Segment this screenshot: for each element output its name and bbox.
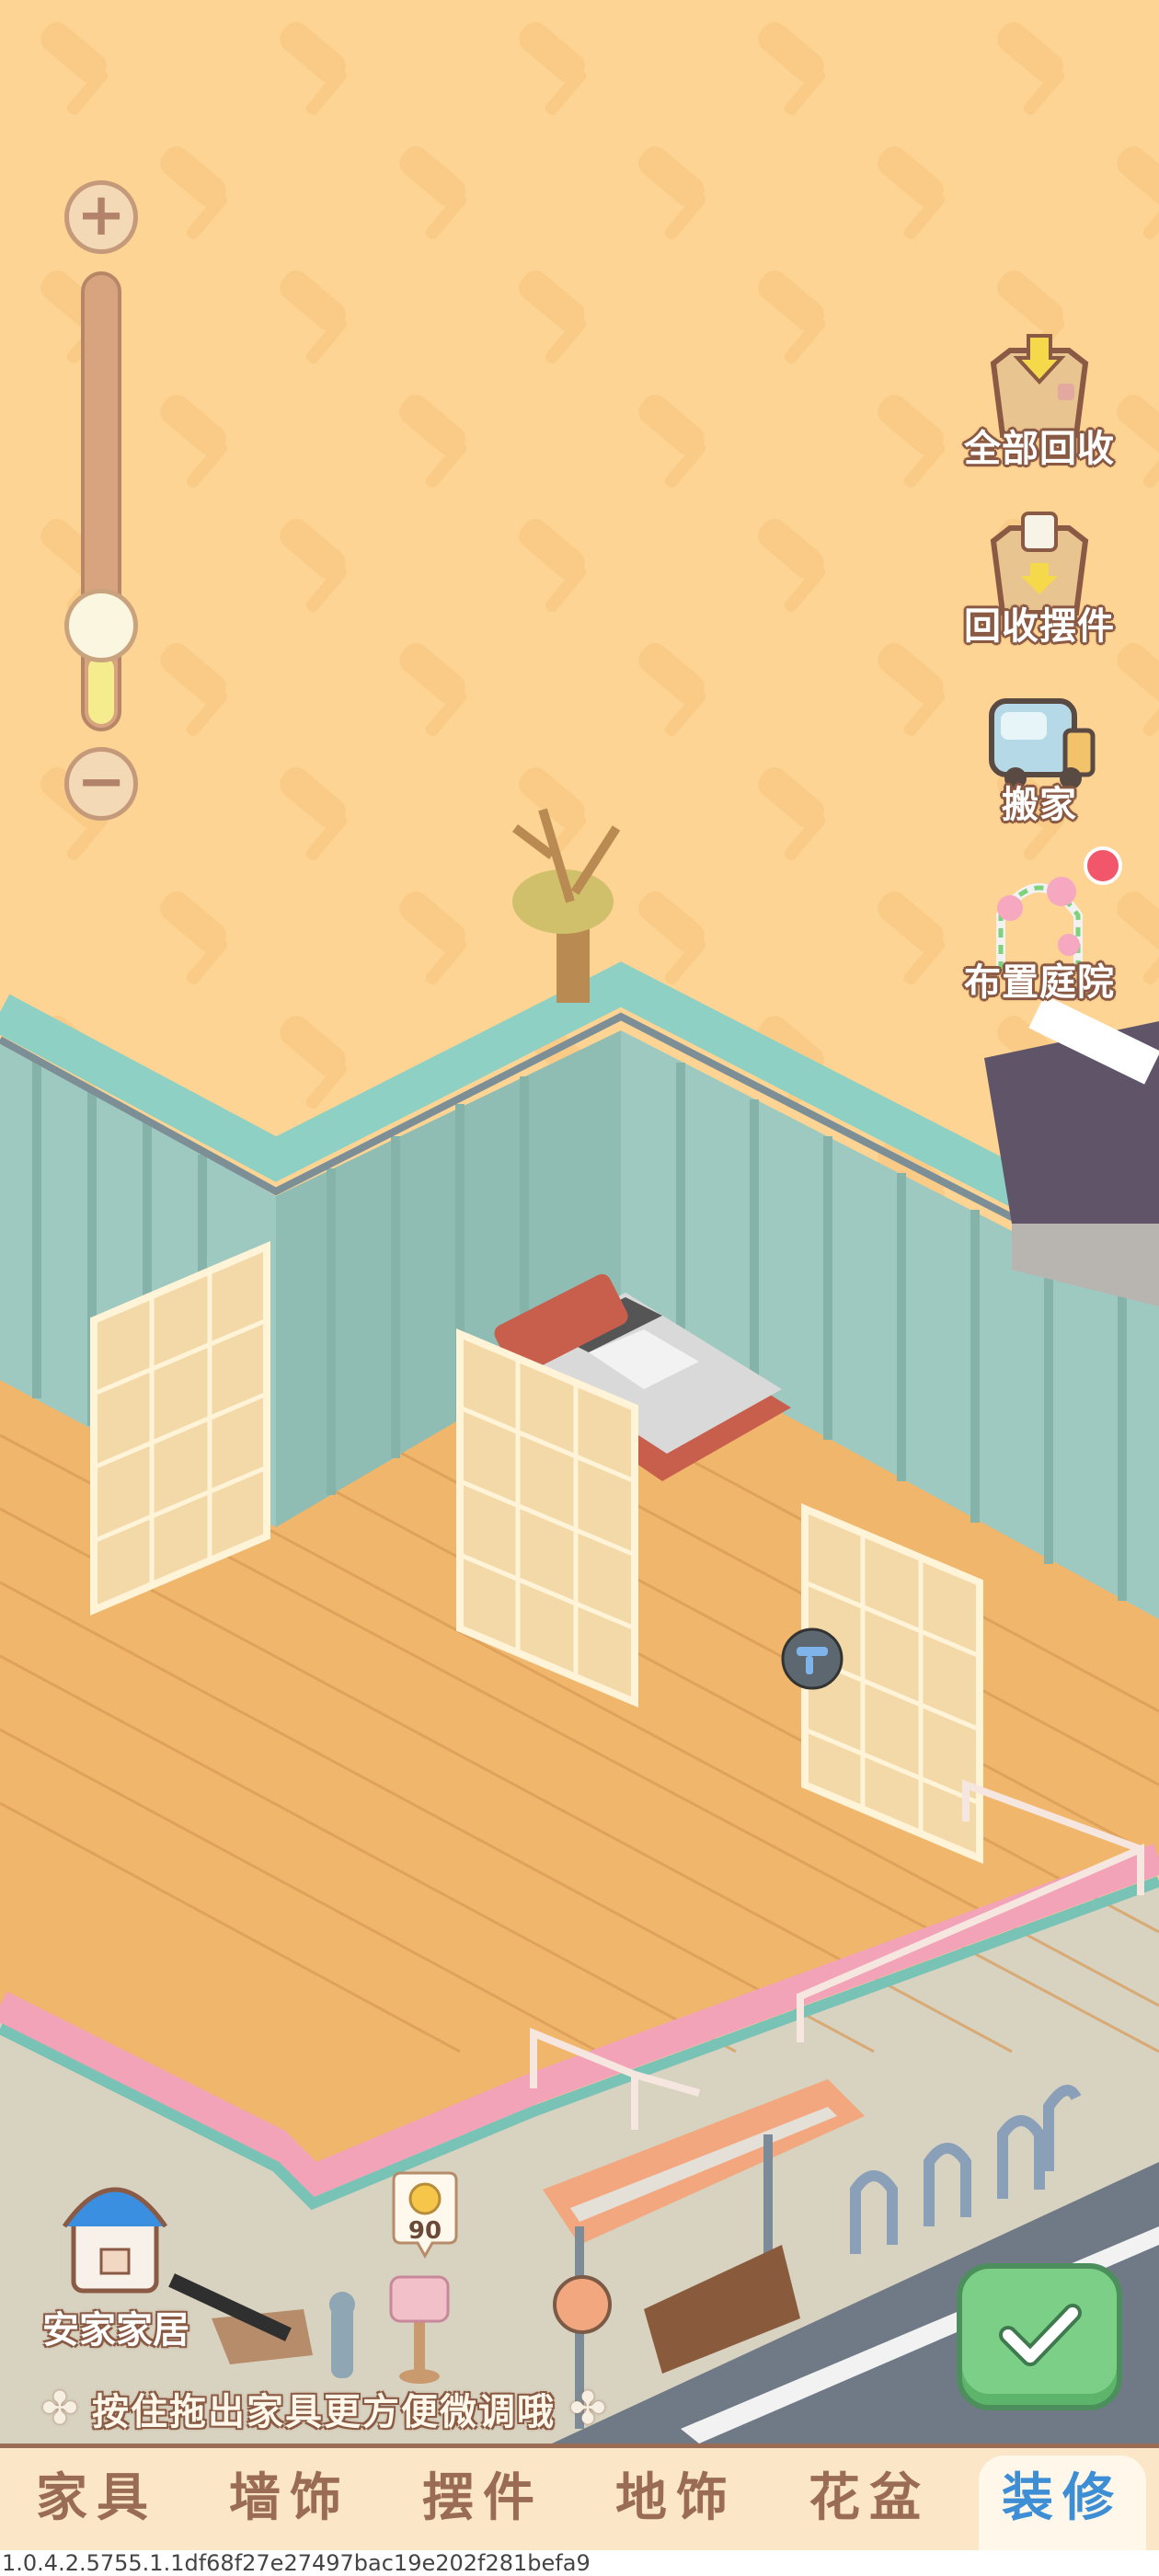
tab-5[interactable]: 装修	[966, 2448, 1159, 2554]
tab-label: 墙饰	[229, 2468, 350, 2528]
tab-label: 摆件	[422, 2468, 544, 2528]
speech-bubble-icon	[392, 2171, 458, 2260]
recycle-all-button[interactable]: 全部回收	[947, 327, 1131, 492]
zoom-in-button[interactable]: +	[64, 180, 138, 254]
category-tab-bar: 家具 墙饰 摆件 地饰 花盆 装修	[0, 2444, 1159, 2554]
confirm-button[interactable]	[957, 2263, 1122, 2410]
version-string: 1.0.4.2.5755.1.1df68f27e27497bac19e202f2…	[0, 2550, 1159, 2576]
recycle-ornament-label: 回收摆件	[964, 605, 1115, 648]
tab-label: 装修	[1002, 2468, 1123, 2528]
move-house-button[interactable]: 搬家	[947, 683, 1131, 848]
tab-2[interactable]: 摆件	[386, 2448, 580, 2554]
clover-icon: ✤	[568, 2383, 607, 2434]
home-furniture-button[interactable]: 安家家居	[33, 2162, 199, 2355]
home-furniture-label: 安家家居	[42, 2309, 189, 2352]
zoom-track[interactable]	[81, 271, 121, 731]
move-house-label: 搬家	[1002, 784, 1077, 826]
recycle-ornament-button[interactable]: 回收摆件	[947, 504, 1131, 670]
tab-4[interactable]: 花盆	[773, 2448, 966, 2554]
coin-value: 90	[407, 2217, 442, 2245]
drag-hint: ✤ 按住拖出家具更方便微调哦 ✤	[28, 2374, 635, 2444]
recycle-all-label: 全部回收	[964, 428, 1115, 470]
notification-dot	[1084, 846, 1122, 885]
tab-label: 地饰	[615, 2468, 737, 2528]
arrange-garden-button[interactable]: 布置庭院	[947, 860, 1131, 1026]
statue	[329, 2292, 355, 2378]
tab-3[interactable]: 地饰	[580, 2448, 773, 2554]
clover-icon: ✤	[40, 2383, 79, 2434]
zoom-out-button[interactable]: −	[64, 747, 138, 821]
zoom-slider-knob[interactable]	[64, 589, 138, 662]
paint-tool-icon[interactable]	[781, 1627, 843, 1690]
arrange-garden-label: 布置庭院	[964, 961, 1115, 1004]
zoom-fill	[88, 656, 114, 724]
drag-hint-text: 按住拖出家具更方便微调哦	[92, 2391, 556, 2433]
checkmark-icon	[999, 2304, 1082, 2366]
home-house-icon	[62, 2187, 168, 2294]
tab-label: 花盆	[809, 2468, 930, 2528]
tab-0[interactable]: 家具	[0, 2448, 193, 2554]
tab-1[interactable]: 墙饰	[193, 2448, 386, 2554]
tab-label: 家具	[36, 2468, 157, 2528]
mailbox-coin-bubble[interactable]: 90	[386, 2171, 464, 2260]
